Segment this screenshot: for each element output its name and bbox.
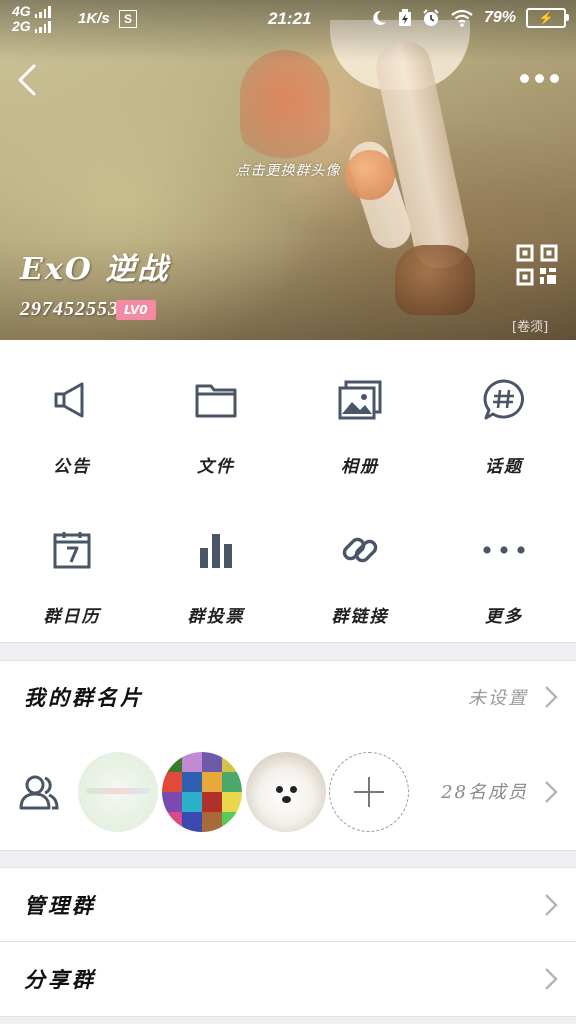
group-cover-banner[interactable]: 4G 2G 1K/s S 21:21 79% ⚡ 点击更换群头像 ExO 逆战 … (0, 0, 576, 340)
more-options-button[interactable] (520, 66, 564, 90)
change-avatar-hint[interactable]: 点击更换群头像 (0, 160, 576, 180)
share-group-label: 分享群 (24, 967, 96, 992)
alarm-icon (423, 9, 439, 26)
members-row[interactable]: 28名成员 (0, 734, 576, 850)
chevron-right-icon (545, 686, 558, 708)
cover-tag: [卷须] (512, 320, 549, 335)
chevron-right-icon (545, 894, 558, 916)
battery-saver-icon (399, 9, 411, 26)
megaphone-icon (50, 378, 94, 422)
moon-icon (373, 10, 386, 25)
group-name: ExO 逆战 (20, 252, 170, 287)
share-group-row[interactable]: 分享群 (0, 942, 576, 1016)
link-icon (338, 528, 382, 572)
my-group-card-value: 未设置 (468, 688, 528, 709)
sim-badge: S (119, 10, 137, 28)
my-group-card-row[interactable]: 我的群名片 未设置 (0, 660, 576, 734)
member-avatar[interactable] (162, 752, 242, 832)
bar-chart-icon (194, 528, 238, 572)
more-dots-icon (482, 528, 526, 572)
function-files[interactable]: 文件 (144, 340, 288, 490)
chevron-right-icon (545, 968, 558, 990)
back-arrow-icon[interactable] (8, 60, 48, 100)
folder-icon (194, 378, 238, 422)
level-badge: LV0 (116, 300, 156, 320)
add-member-button[interactable] (329, 752, 409, 832)
manage-group-row[interactable]: 管理群 (0, 868, 576, 942)
function-topics[interactable]: 话题 (432, 340, 576, 490)
wifi-icon (451, 9, 473, 27)
hashtag-bubble-icon (482, 378, 526, 422)
function-grid: 公告 文件 相册 话题 群日历 群投票 群链接 更多 (0, 340, 576, 642)
function-album[interactable]: 相册 (288, 340, 432, 490)
member-avatar[interactable] (246, 752, 326, 832)
function-more[interactable]: 更多 (432, 490, 576, 640)
my-group-card-label: 我的群名片 (24, 685, 144, 710)
member-count: 28名成员 (441, 782, 528, 803)
calendar-icon (50, 528, 94, 572)
chevron-right-icon (545, 781, 558, 803)
status-bar: 4G 2G 1K/s S 21:21 79% ⚡ (0, 0, 576, 38)
battery-icon: ⚡ (526, 8, 570, 28)
photo-album-icon (338, 378, 382, 422)
network-indicator: 4G 2G (12, 4, 51, 34)
function-vote[interactable]: 群投票 (144, 490, 288, 640)
battery-percent: 79% (484, 9, 517, 26)
group-id: 297452553 (20, 298, 119, 320)
members-icon (19, 775, 59, 810)
function-calendar[interactable]: 群日历 (0, 490, 144, 640)
clock: 21:21 (268, 9, 312, 28)
network-speed: 1K/s (78, 10, 110, 27)
member-avatar[interactable] (78, 752, 158, 832)
function-link[interactable]: 群链接 (288, 490, 432, 640)
manage-group-label: 管理群 (24, 893, 96, 918)
function-announcement[interactable]: 公告 (0, 340, 144, 490)
qr-code-icon[interactable] (516, 244, 558, 286)
